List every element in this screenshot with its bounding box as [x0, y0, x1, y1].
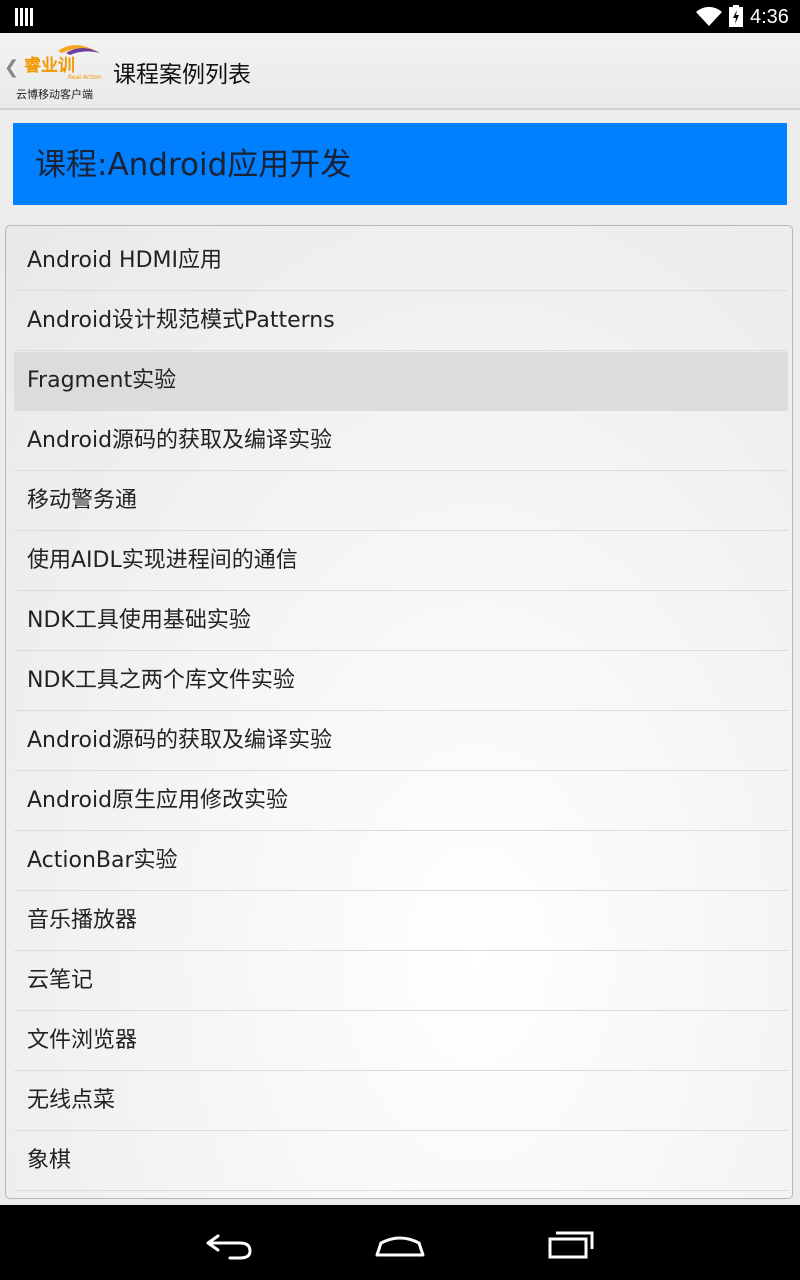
action-bar: ❮ 睿业训 Real Action 云博移动客户端 课程案例列表: [0, 33, 800, 110]
home-icon[interactable]: [370, 1223, 430, 1263]
wifi-icon: [696, 6, 722, 26]
list-item[interactable]: 云笔记: [14, 952, 788, 1011]
logo-tagline: Real Action: [68, 74, 102, 81]
list-item-label: NDK工具使用基础实验: [27, 608, 251, 633]
list-item-label: Fragment实验: [27, 368, 177, 393]
list-item[interactable]: Android HDMI应用: [14, 232, 788, 291]
list-item-label: 音乐播放器: [27, 908, 138, 933]
list-item-label: 使用AIDL实现进程间的通信: [27, 548, 298, 573]
list-item-label: 文件浏览器: [27, 1028, 138, 1053]
list-item[interactable]: 象棋: [14, 1132, 788, 1191]
list-item[interactable]: Android原生应用修改实验: [14, 772, 788, 831]
list-item-selected[interactable]: Fragment实验: [14, 352, 788, 411]
app-logo: 睿业训 Real Action: [24, 45, 102, 81]
page-title: 课程案例列表: [113, 62, 251, 88]
list-item-label: 移动警务通: [27, 488, 138, 513]
list-item[interactable]: ActionBar实验: [14, 832, 788, 891]
notification-icon: [15, 8, 33, 26]
list-item[interactable]: 文件浏览器: [14, 1012, 788, 1071]
list-item[interactable]: 使用AIDL实现进程间的通信: [14, 532, 788, 591]
chevron-left-icon: ❮: [4, 57, 20, 78]
list-item[interactable]: 移动警务通: [14, 472, 788, 531]
list-item-label: NDK工具之两个库文件实验: [27, 668, 295, 693]
list-item[interactable]: NDK工具使用基础实验: [14, 592, 788, 651]
recent-apps-icon[interactable]: [542, 1223, 602, 1263]
home-up-button[interactable]: ❮ 睿业训 Real Action 云博移动客户端: [0, 33, 106, 108]
list-item[interactable]: 无线点菜: [14, 1072, 788, 1131]
list-item[interactable]: Android设计规范模式Patterns: [14, 292, 788, 351]
list-item[interactable]: NDK工具之两个库文件实验: [14, 652, 788, 711]
list-item-label: Android源码的获取及编译实验: [27, 428, 333, 453]
list-item[interactable]: Android源码的获取及编译实验: [14, 712, 788, 771]
course-header: 课程:Android应用开发: [0, 110, 800, 220]
logo-subtitle: 云博移动客户端: [16, 88, 93, 101]
battery-charging-icon: [729, 5, 743, 27]
list-item-label: ActionBar实验: [27, 848, 178, 873]
course-banner: 课程:Android应用开发: [13, 123, 787, 205]
status-time: 4:36: [750, 6, 789, 28]
course-case-list[interactable]: Android HDMI应用 Android设计规范模式Patterns Fra…: [5, 225, 793, 1199]
list-item[interactable]: 音乐播放器: [14, 892, 788, 951]
navigation-bar: [0, 1205, 800, 1280]
list-item-label: Android原生应用修改实验: [27, 788, 289, 813]
back-icon[interactable]: [200, 1223, 260, 1263]
list-item-label: Android设计规范模式Patterns: [27, 308, 335, 333]
list-item-label: 象棋: [27, 1148, 72, 1173]
list-item-label: 云笔记: [27, 968, 94, 993]
list-item-label: Android HDMI应用: [27, 248, 223, 273]
list-item-label: Android源码的获取及编译实验: [27, 728, 333, 753]
list-item[interactable]: Android源码的获取及编译实验: [14, 412, 788, 471]
status-bar: 4:36: [0, 0, 800, 33]
logo-text: 睿业训: [24, 55, 75, 76]
course-label: 课程:Android应用开发: [35, 147, 352, 183]
list-item-label: 无线点菜: [27, 1088, 116, 1113]
